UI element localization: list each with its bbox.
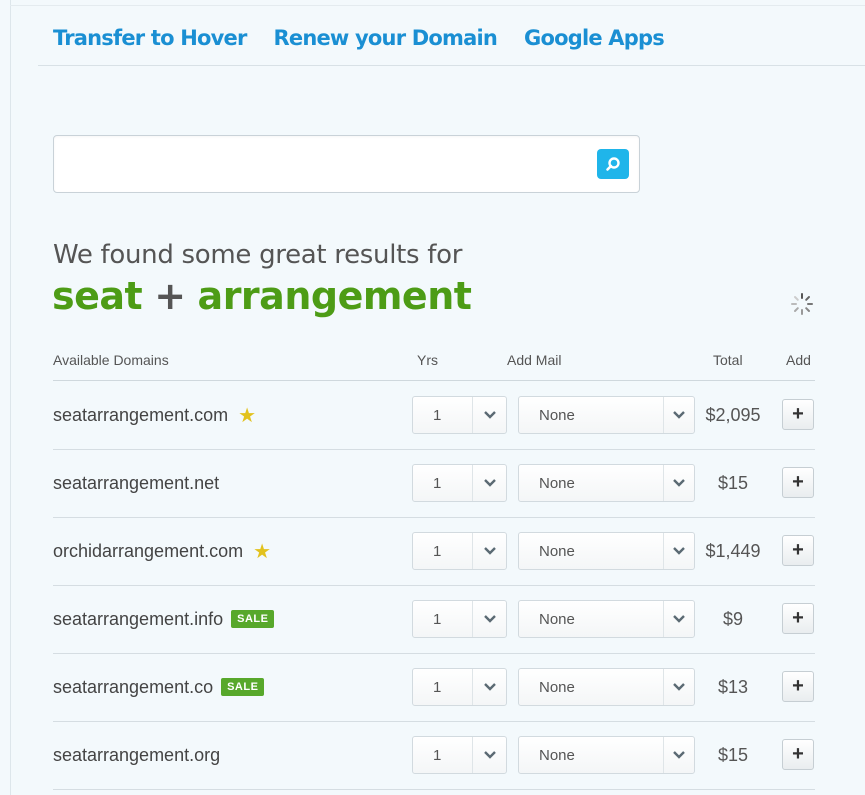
domain-cell: seatarrangement.co SALE — [53, 653, 265, 721]
years-value: 1 — [433, 407, 442, 424]
domain-name: orchidarrangement.com — [53, 540, 244, 561]
loading-spinner-icon — [791, 293, 813, 315]
star-icon: ★ — [253, 540, 272, 563]
chevron-down-icon[interactable] — [663, 397, 694, 433]
chevron-down-icon[interactable] — [472, 465, 506, 501]
mail-value: None — [539, 407, 575, 424]
page-top-border — [10, 5, 865, 6]
years-value: 1 — [433, 679, 442, 696]
domain-name: seatarrangement.net — [53, 472, 220, 493]
domain-cell: seatarrangement.com ★ — [53, 381, 256, 449]
nav-link-renew[interactable]: Renew your Domain — [274, 26, 498, 50]
results-intro: We found some great results for — [53, 240, 463, 270]
sale-badge: SALE — [231, 610, 275, 628]
table-row: seatarrangement.info SALE 1 None $9 + — [53, 585, 815, 654]
years-value: 1 — [433, 747, 442, 764]
query-word-1: seat — [52, 274, 143, 318]
total-price: $13 — [717, 676, 749, 697]
mail-select[interactable]: None — [518, 600, 695, 638]
domain-name: seatarrangement.com — [53, 404, 229, 425]
mail-value: None — [539, 543, 575, 560]
chevron-down-icon[interactable] — [663, 533, 694, 569]
nav-link-transfer[interactable]: Transfer to Hover — [53, 26, 247, 50]
add-domain-button[interactable]: + — [782, 671, 814, 702]
domain-name: seatarrangement.co — [53, 676, 214, 697]
search-button[interactable] — [597, 149, 629, 179]
mail-value: None — [539, 747, 575, 764]
years-select[interactable]: 1 — [412, 532, 507, 570]
top-nav: Transfer to Hover Renew your Domain Goog… — [53, 26, 665, 50]
nav-divider — [38, 65, 865, 66]
add-domain-button[interactable]: + — [782, 739, 814, 770]
chevron-down-icon[interactable] — [472, 737, 506, 773]
chevron-down-icon[interactable] — [472, 533, 506, 569]
mail-select[interactable]: None — [518, 396, 695, 434]
chevron-down-icon[interactable] — [663, 669, 694, 705]
search-icon — [606, 157, 620, 171]
header-yrs: Yrs — [417, 352, 438, 368]
chevron-down-icon[interactable] — [472, 669, 506, 705]
total-price: $2,095 — [705, 404, 761, 425]
header-add-mail: Add Mail — [507, 352, 562, 368]
table-row: seatarrangement.net 1 None $15 + — [53, 449, 815, 518]
mail-select[interactable]: None — [518, 464, 695, 502]
mail-select[interactable]: None — [518, 736, 695, 774]
table-row: seatarrangement.com ★ 1 None $2,095 + — [53, 381, 815, 450]
star-icon: ★ — [238, 404, 257, 427]
total-price: $15 — [717, 744, 749, 765]
mail-value: None — [539, 679, 575, 696]
total-price: $9 — [722, 608, 744, 629]
header-add: Add — [786, 352, 811, 368]
total-price: $1,449 — [705, 540, 761, 561]
domain-cell: seatarrangement.org — [53, 721, 220, 789]
query-plus: + — [154, 274, 186, 318]
years-select[interactable]: 1 — [412, 396, 507, 434]
table-header: Available Domains Yrs Add Mail Total Add — [53, 352, 815, 380]
chevron-down-icon[interactable] — [472, 397, 506, 433]
sale-badge: SALE — [221, 678, 265, 696]
chevron-down-icon[interactable] — [663, 737, 694, 773]
add-domain-button[interactable]: + — [782, 399, 814, 430]
domain-name: seatarrangement.org — [53, 744, 221, 765]
table-row: orchidarrangement.com ★ 1 None $1,449 + — [53, 517, 815, 586]
years-value: 1 — [433, 543, 442, 560]
mail-select[interactable]: None — [518, 668, 695, 706]
years-select[interactable]: 1 — [412, 464, 507, 502]
chevron-down-icon[interactable] — [472, 601, 506, 637]
years-value: 1 — [433, 611, 442, 628]
add-domain-button[interactable]: + — [782, 603, 814, 634]
add-domain-button[interactable]: + — [782, 535, 814, 566]
search-box — [53, 135, 640, 193]
header-available-domains: Available Domains — [53, 352, 169, 368]
years-select[interactable]: 1 — [412, 668, 507, 706]
table-row: seatarrangement.co SALE 1 None $13 + — [53, 653, 815, 722]
page-left-border — [10, 0, 11, 795]
chevron-down-icon[interactable] — [663, 465, 694, 501]
query-word-2: arrangement — [197, 274, 472, 318]
domain-cell: seatarrangement.info SALE — [53, 585, 275, 653]
total-price: $15 — [717, 472, 749, 493]
table-row: seatarrangement.org 1 None $15 + — [53, 721, 815, 790]
add-domain-button[interactable]: + — [782, 467, 814, 498]
years-value: 1 — [433, 475, 442, 492]
header-total: Total — [713, 352, 743, 368]
mail-value: None — [539, 475, 575, 492]
search-query-heading: seat + arrangement — [52, 274, 472, 318]
years-select[interactable]: 1 — [412, 600, 507, 638]
domain-name: seatarrangement.info — [53, 608, 224, 629]
nav-link-google-apps[interactable]: Google Apps — [524, 26, 665, 50]
years-select[interactable]: 1 — [412, 736, 507, 774]
mail-select[interactable]: None — [518, 532, 695, 570]
chevron-down-icon[interactable] — [663, 601, 694, 637]
domain-cell: orchidarrangement.com ★ — [53, 517, 271, 585]
domain-cell: seatarrangement.net — [53, 449, 219, 517]
mail-value: None — [539, 611, 575, 628]
search-input[interactable] — [62, 144, 586, 184]
